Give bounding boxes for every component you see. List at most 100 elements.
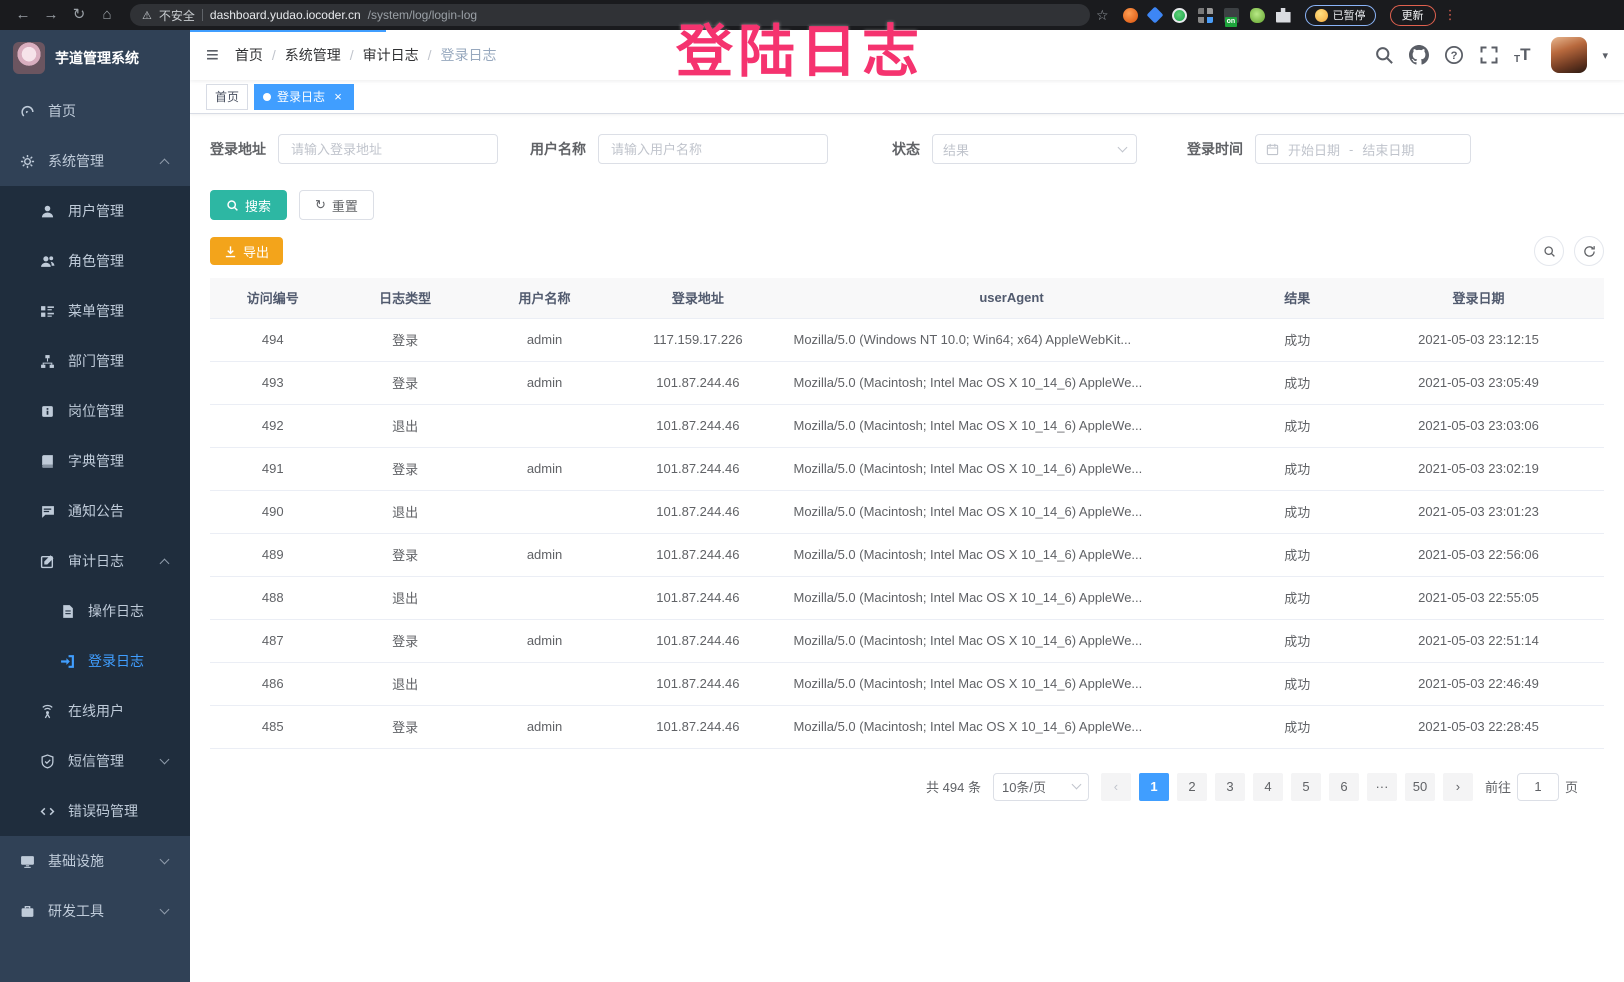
sidebar: 芋道管理系统 首页 系统管理 用户管理 角色管理 菜单管理 部门管理 (0, 30, 190, 982)
search-button[interactable]: 搜索 (210, 190, 287, 220)
prev-page-button[interactable]: ‹ (1101, 773, 1131, 801)
page-button-3[interactable]: 3 (1215, 773, 1245, 801)
devtools-icon (20, 904, 35, 919)
address-bar[interactable]: ⚠ 不安全 dashboard.yudao.iocoder.cn/system/… (130, 4, 1090, 26)
breadcrumb-audit-log[interactable]: 审计日志 (363, 45, 419, 65)
status-label: 状态 (892, 139, 920, 159)
reset-button[interactable]: ↻ 重置 (299, 190, 374, 220)
sidebar-item-notice-mgmt[interactable]: 通知公告 (0, 486, 190, 536)
svg-text:?: ? (1451, 50, 1458, 62)
chevron-down-icon (160, 905, 170, 915)
sidebar-item-menu-mgmt[interactable]: 菜单管理 (0, 286, 190, 336)
app-logo[interactable]: 芋道管理系统 (0, 30, 190, 86)
page-button-2[interactable]: 2 (1177, 773, 1207, 801)
sidebar-item-operation-log[interactable]: 操作日志 (0, 586, 190, 636)
login-address-input[interactable] (278, 134, 498, 164)
dashboard-icon (20, 104, 35, 119)
next-page-button[interactable]: › (1443, 773, 1473, 801)
sidebar-item-login-log[interactable]: 登录日志 (0, 636, 190, 686)
browser-home-button[interactable]: ⌂ (94, 0, 120, 30)
pagination-total: 共 494 条 (926, 777, 981, 796)
extension-icon-green[interactable] (1172, 8, 1187, 23)
help-icon[interactable]: ? (1444, 45, 1464, 65)
browser-update-button[interactable]: 更新 (1390, 5, 1436, 26)
address-bar-divider (202, 9, 203, 21)
security-label: 不安全 (159, 7, 195, 24)
username-input[interactable] (598, 134, 828, 164)
security-warning-icon: ⚠ (142, 9, 152, 22)
sidebar-item-system-mgmt[interactable]: 系统管理 (0, 136, 190, 186)
goto-page-input[interactable] (1517, 773, 1559, 801)
search-icon (1543, 245, 1556, 258)
refresh-icon (1583, 245, 1596, 258)
breadcrumb-system-mgmt[interactable]: 系统管理 (285, 45, 341, 65)
page-ellipsis[interactable]: ··· (1367, 773, 1397, 801)
refresh-table-button[interactable] (1574, 236, 1604, 266)
extensions-puzzle-icon[interactable] (1276, 8, 1291, 23)
hamburger-icon[interactable]: ≡ (206, 44, 219, 66)
date-range-separator: - (1349, 142, 1353, 157)
chevron-up-icon (160, 159, 170, 169)
browser-back-button[interactable]: ← (10, 0, 36, 30)
sidebar-item-home[interactable]: 首页 (0, 86, 190, 136)
table-row: 486退出101.87.244.46Mozilla/5.0 (Macintosh… (210, 662, 1604, 705)
goto-label: 前往 (1485, 777, 1511, 796)
login-log-icon (60, 654, 75, 669)
font-size-icon[interactable]: TT (1514, 45, 1531, 65)
sidebar-item-online-users[interactable]: 在线用户 (0, 686, 190, 736)
browser-forward-button[interactable]: → (38, 0, 64, 30)
export-button[interactable]: 导出 (210, 237, 283, 265)
sidebar-item-devtools[interactable]: 研发工具 (0, 886, 190, 936)
sidebar-item-audit-log[interactable]: 审计日志 (0, 536, 190, 586)
github-icon[interactable] (1409, 45, 1429, 65)
breadcrumb-home[interactable]: 首页 (235, 45, 263, 65)
page-button-1[interactable]: 1 (1139, 773, 1169, 801)
browser-menu-icon[interactable]: ⋮ (1444, 7, 1457, 23)
tag-close-icon[interactable]: × (331, 90, 345, 104)
user-avatar[interactable] (1551, 37, 1587, 73)
error-code-icon (40, 804, 55, 819)
profile-avatar-icon (1315, 9, 1328, 22)
download-icon (224, 245, 237, 258)
sidebar-item-dept-mgmt[interactable]: 部门管理 (0, 336, 190, 386)
status-select[interactable]: 结果 (932, 134, 1137, 164)
fullscreen-icon[interactable] (1479, 45, 1499, 65)
column-header-login-address: 登录地址 (614, 278, 781, 318)
tag-login-log[interactable]: 登录日志 × (254, 84, 354, 110)
sidebar-item-error-code-mgmt[interactable]: 错误码管理 (0, 786, 190, 836)
column-header-useragent: userAgent (782, 278, 1242, 318)
end-date-placeholder: 结束日期 (1362, 140, 1414, 159)
table-row: 490退出101.87.244.46Mozilla/5.0 (Macintosh… (210, 490, 1604, 533)
breadcrumb: 首页 / 系统管理 / 审计日志 / 登录日志 (235, 45, 497, 65)
tag-home[interactable]: 首页 (206, 84, 248, 110)
sidebar-item-dict-mgmt[interactable]: 字典管理 (0, 436, 190, 486)
extension-icon-bug[interactable] (1250, 8, 1265, 23)
page-size-select[interactable]: 10条/页 (993, 773, 1089, 801)
chevron-down-icon (160, 855, 170, 865)
avatar-caret-down-icon[interactable]: ▾ (1602, 49, 1608, 62)
sidebar-item-sms-mgmt[interactable]: 短信管理 (0, 736, 190, 786)
pagination: 共 494 条 10条/页 ‹ 1 2 3 4 5 6 ··· 50 › (210, 773, 1604, 801)
search-icon (226, 199, 239, 212)
bookmark-star-icon[interactable]: ☆ (1096, 7, 1109, 24)
extension-icon-list[interactable]: on (1224, 8, 1239, 23)
header-search-icon[interactable] (1374, 45, 1394, 65)
menu-tree-icon (40, 304, 55, 319)
page-button-5[interactable]: 5 (1291, 773, 1321, 801)
extension-icon-grid[interactable] (1198, 8, 1213, 23)
sidebar-item-role-mgmt[interactable]: 角色管理 (0, 236, 190, 286)
sidebar-item-user-mgmt[interactable]: 用户管理 (0, 186, 190, 236)
login-time-range-picker[interactable]: 开始日期 - 结束日期 (1255, 134, 1471, 164)
sidebar-item-post-mgmt[interactable]: 岗位管理 (0, 386, 190, 436)
extension-icon-orange[interactable] (1123, 8, 1138, 23)
toggle-search-button[interactable] (1534, 236, 1564, 266)
page-button-50[interactable]: 50 (1405, 773, 1435, 801)
page-button-6[interactable]: 6 (1329, 773, 1359, 801)
login-log-table: 访问编号 日志类型 用户名称 登录地址 userAgent 结果 登录日期 49… (210, 278, 1604, 749)
top-navbar: ≡ 首页 / 系统管理 / 审计日志 / 登录日志 ? (190, 30, 1624, 80)
extension-icon-gem[interactable] (1146, 7, 1163, 24)
page-button-4[interactable]: 4 (1253, 773, 1283, 801)
profile-paused-chip[interactable]: 已暂停 (1305, 5, 1376, 26)
sidebar-item-infrastructure[interactable]: 基础设施 (0, 836, 190, 886)
browser-reload-button[interactable]: ↻ (66, 0, 92, 30)
